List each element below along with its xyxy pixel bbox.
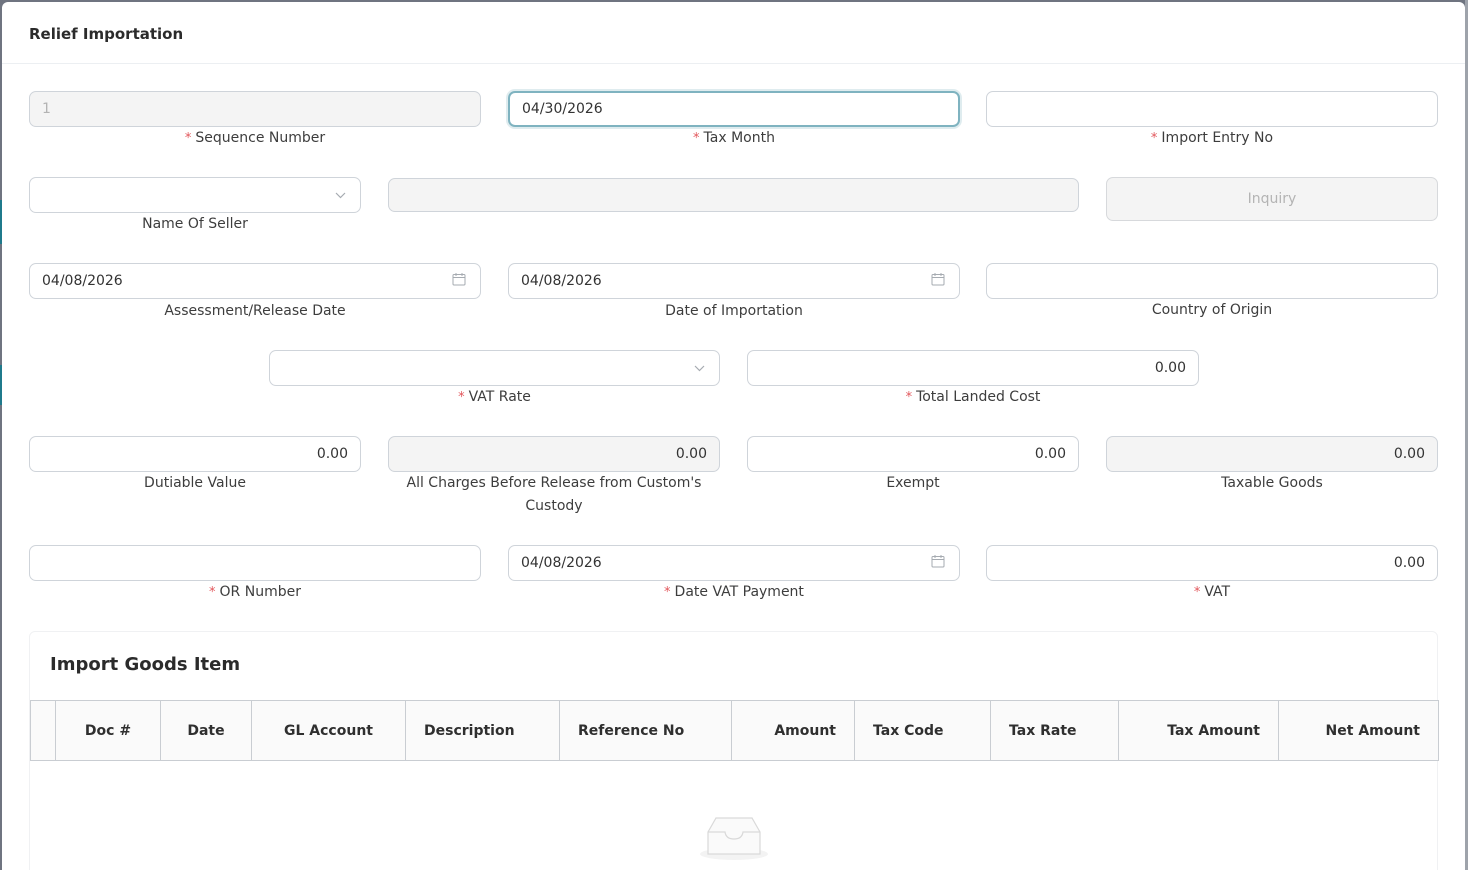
date-of-importation-input[interactable]: 04/08/2026 <box>508 263 960 299</box>
assessment-release-date-value: 04/08/2026 <box>42 273 123 289</box>
calendar-icon[interactable] <box>452 272 466 290</box>
tax-month-value: 04/30/2026 <box>522 101 603 117</box>
modal-title: Relief Importation <box>29 25 184 43</box>
date-vat-payment-value: 04/08/2026 <box>521 555 602 571</box>
column-header-date[interactable]: Date <box>161 701 252 760</box>
name-of-seller-select[interactable] <box>29 177 361 213</box>
vat-rate-select[interactable] <box>269 350 720 386</box>
required-mark: * <box>1193 585 1201 600</box>
column-header-tax-rate[interactable]: Tax Rate <box>991 701 1119 760</box>
all-charges-label: All Charges Before Release from Custom's… <box>388 472 720 518</box>
or-number-label-text: OR Number <box>219 584 301 600</box>
vat-input[interactable]: 0.00 <box>986 545 1438 581</box>
vat-label-text: VAT <box>1204 584 1231 600</box>
total-landed-cost-value: 0.00 <box>1154 360 1186 376</box>
required-mark: * <box>184 131 192 146</box>
taxable-goods-input[interactable]: 0.00 <box>1106 436 1438 472</box>
or-number-input[interactable] <box>29 545 481 581</box>
dutiable-value-input[interactable]: 0.00 <box>29 436 361 472</box>
calendar-icon[interactable] <box>931 554 945 572</box>
vat-rate-label-text: VAT Rate <box>468 389 531 405</box>
date-of-importation-label: Date of Importation <box>508 300 960 323</box>
total-landed-cost-label-text: Total Landed Cost <box>916 389 1041 405</box>
column-header-tax-code[interactable]: Tax Code <box>855 701 991 760</box>
relief-importation-modal: Relief Importation 1 * Sequence Number 04… <box>2 2 1465 870</box>
required-mark: * <box>693 131 700 146</box>
date-of-importation-label-text: Date of Importation <box>665 303 803 319</box>
assessment-release-date-input[interactable]: 04/08/2026 <box>29 263 481 299</box>
column-header-doc[interactable]: Doc # <box>56 701 161 760</box>
or-number-label: * OR Number <box>29 581 481 604</box>
inquiry-button[interactable]: Inquiry <box>1106 177 1438 221</box>
total-landed-cost-label: * Total Landed Cost <box>747 386 1199 409</box>
exempt-label: Exempt <box>747 472 1079 495</box>
vat-rate-label: * VAT Rate <box>269 386 720 409</box>
sequence-number-value: 1 <box>42 101 51 117</box>
country-of-origin-input[interactable] <box>986 263 1438 299</box>
required-mark: * <box>458 390 465 405</box>
vat-label: * VAT <box>986 581 1438 604</box>
tax-month-label-text: Tax Month <box>703 130 775 146</box>
vat-value: 0.00 <box>1393 555 1425 571</box>
sequence-number-label: * Sequence Number <box>29 127 481 150</box>
total-landed-cost-input[interactable]: 0.00 <box>747 350 1199 386</box>
section-title: Import Goods Item <box>50 654 241 675</box>
required-mark: * <box>664 585 671 600</box>
date-vat-payment-label-text: Date VAT Payment <box>674 584 804 600</box>
modal-header: Relief Importation <box>2 2 1465 64</box>
empty-inbox-icon <box>698 812 770 866</box>
name-of-seller-label: Name Of Seller <box>29 213 361 236</box>
taxable-goods-label: Taxable Goods <box>1106 472 1438 495</box>
country-of-origin-label: Country of Origin <box>986 299 1438 322</box>
exempt-value: 0.00 <box>1034 446 1066 462</box>
chevron-down-icon <box>335 187 346 203</box>
dutiable-value-label: Dutiable Value <box>29 472 361 495</box>
column-header-gl-account[interactable]: GL Account <box>252 701 406 760</box>
tax-month-label: * Tax Month <box>508 127 960 150</box>
seller-detail-input[interactable] <box>388 178 1079 212</box>
required-mark: * <box>905 390 913 405</box>
all-charges-label-text: All Charges Before Release from Custom's… <box>406 475 702 514</box>
import-entry-no-input[interactable] <box>986 91 1438 127</box>
country-of-origin-label-text: Country of Origin <box>1151 302 1273 318</box>
exempt-input[interactable]: 0.00 <box>747 436 1079 472</box>
name-of-seller-label-text: Name Of Seller <box>142 216 248 232</box>
import-entry-no-label-text: Import Entry No <box>1161 130 1274 146</box>
tax-month-input[interactable]: 04/30/2026 <box>508 91 960 127</box>
import-goods-section: Import Goods Item Doc # Date GL Account … <box>29 631 1439 870</box>
all-charges-value: 0.00 <box>675 446 707 462</box>
column-header-net-amount[interactable]: Net Amount <box>1279 701 1438 760</box>
date-of-importation-value: 04/08/2026 <box>521 273 602 289</box>
assessment-release-date-label-text: Assessment/Release Date <box>164 303 346 319</box>
date-vat-payment-input[interactable]: 04/08/2026 <box>508 545 960 581</box>
table-header: Doc # Date GL Account Description Refere… <box>30 700 1439 761</box>
chevron-down-icon <box>694 360 705 376</box>
column-header-select[interactable] <box>31 701 56 760</box>
import-entry-no-label: * Import Entry No <box>986 127 1438 150</box>
column-header-description[interactable]: Description <box>406 701 560 760</box>
column-header-reference-no[interactable]: Reference No <box>560 701 732 760</box>
calendar-icon[interactable] <box>931 272 945 290</box>
dutiable-value-label-text: Dutiable Value <box>144 475 246 491</box>
exempt-label-text: Exempt <box>886 475 940 491</box>
sequence-number-input[interactable]: 1 <box>29 91 481 127</box>
column-header-tax-amount[interactable]: Tax Amount <box>1119 701 1279 760</box>
sequence-number-label-text: Sequence Number <box>195 130 326 146</box>
taxable-goods-label-text: Taxable Goods <box>1221 475 1323 491</box>
column-header-amount[interactable]: Amount <box>732 701 855 760</box>
all-charges-input[interactable]: 0.00 <box>388 436 720 472</box>
assessment-release-date-label: Assessment/Release Date <box>29 300 481 323</box>
required-mark: * <box>1150 131 1158 146</box>
dutiable-value-value: 0.00 <box>316 446 348 462</box>
required-mark: * <box>209 585 216 600</box>
date-vat-payment-label: * Date VAT Payment <box>508 581 960 604</box>
taxable-goods-value: 0.00 <box>1393 446 1425 462</box>
